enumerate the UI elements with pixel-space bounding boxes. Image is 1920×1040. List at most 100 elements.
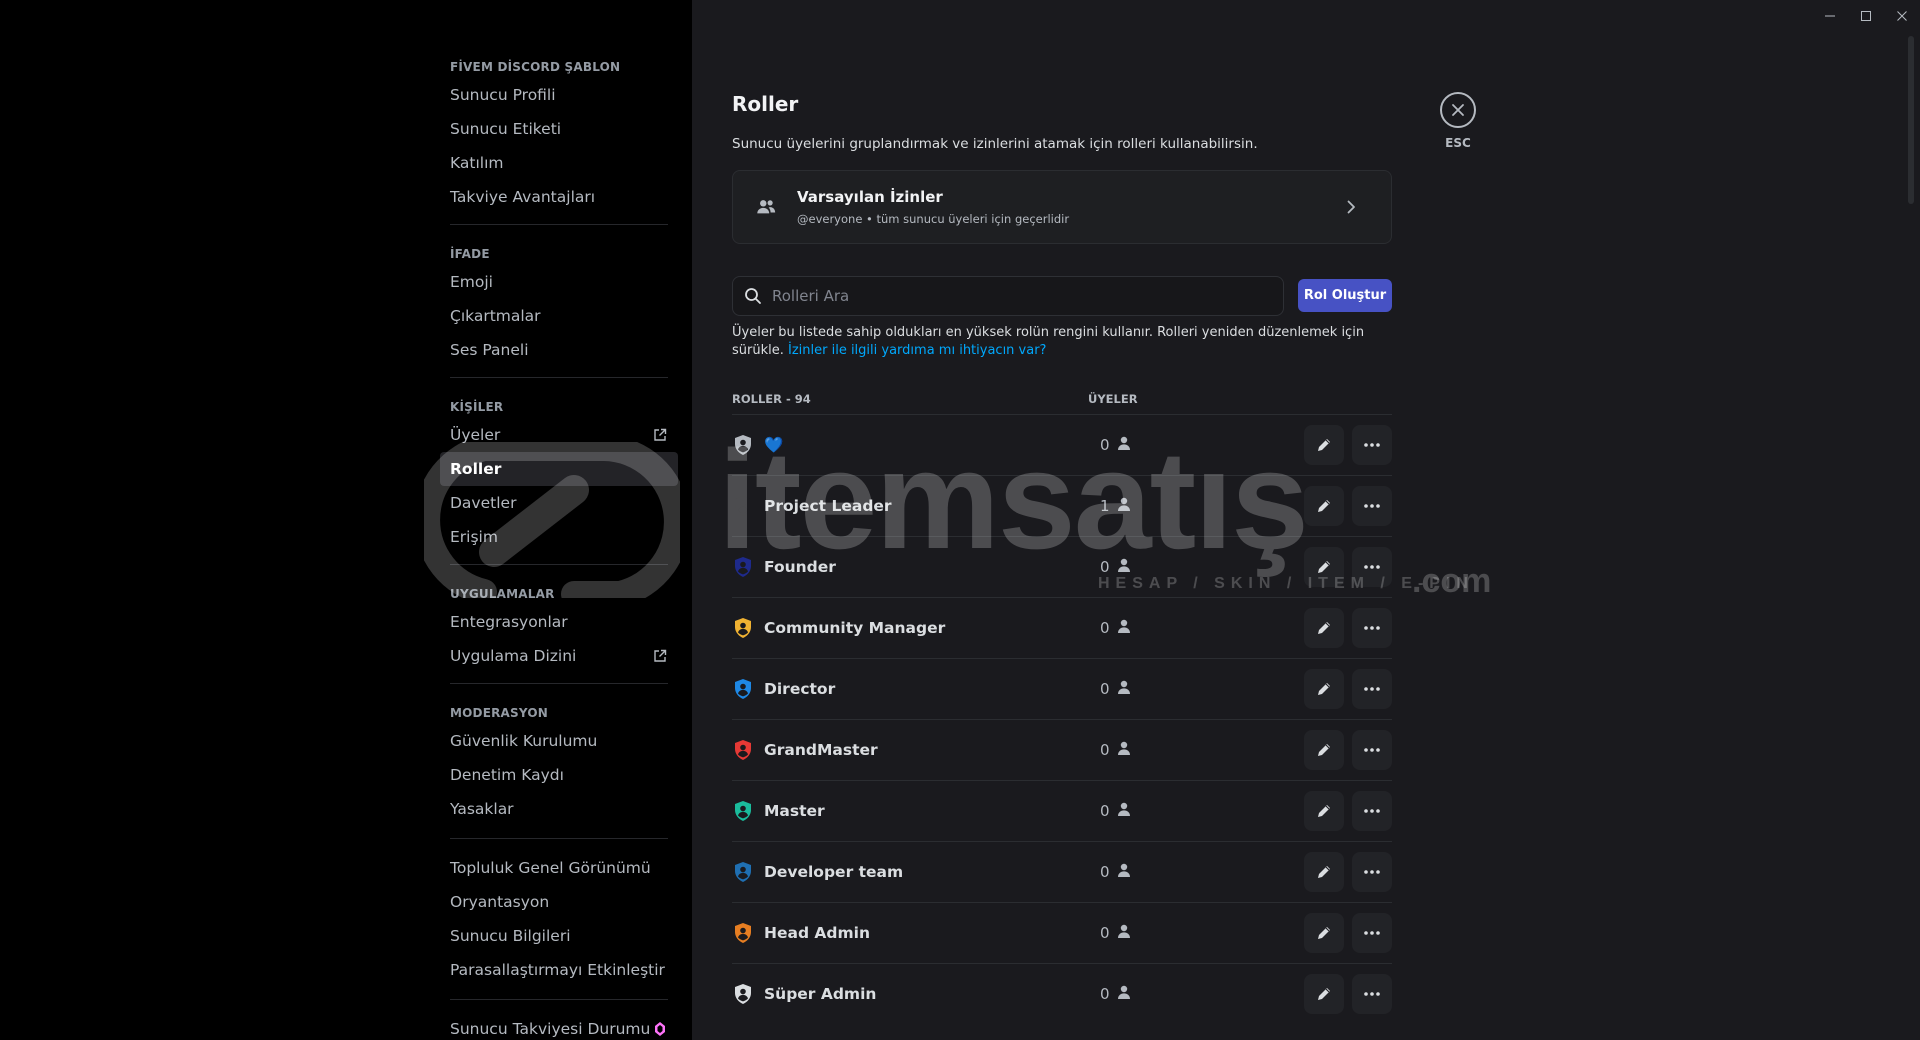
pencil-icon	[1318, 622, 1330, 634]
roles-hint: Üyeler bu listede sahip oldukları en yük…	[732, 324, 1392, 360]
sidebar-item[interactable]: Katılım	[440, 146, 678, 180]
sidebar-section-title: İFADE	[450, 247, 490, 261]
sidebar-item[interactable]: Entegrasyonlar	[440, 605, 678, 639]
role-member-count-value: 1	[1100, 497, 1110, 515]
edit-role-button[interactable]	[1304, 669, 1344, 709]
more-dots-icon	[1364, 809, 1380, 813]
role-row[interactable]: Community Manager 0	[732, 597, 1392, 658]
sidebar-item[interactable]: Parasallaştırmayı Etkinleştir	[440, 953, 678, 987]
edit-role-button[interactable]	[1304, 913, 1344, 953]
role-name: Süper Admin	[764, 985, 1094, 1003]
role-member-count[interactable]: 0	[1100, 862, 1132, 882]
default-permissions-card[interactable]: Varsayılan İzinler @everyone • tüm sunuc…	[732, 170, 1392, 244]
sidebar-item[interactable]: Sunucu Bilgileri	[440, 919, 678, 953]
more-options-button[interactable]	[1352, 913, 1392, 953]
pencil-icon	[1318, 500, 1330, 512]
sidebar-item[interactable]: Ses Paneli	[440, 333, 678, 367]
settings-main: Roller Sunucu üyelerini gruplandırmak ve…	[692, 0, 1920, 1040]
window-close-icon[interactable]	[1884, 0, 1920, 32]
role-shield-icon	[732, 739, 754, 761]
more-options-button[interactable]	[1352, 852, 1392, 892]
role-row[interactable]: GrandMaster 0	[732, 719, 1392, 780]
more-options-button[interactable]	[1352, 974, 1392, 1014]
more-options-button[interactable]	[1352, 791, 1392, 831]
role-row[interactable]: Head Admin 0	[732, 902, 1392, 963]
role-row[interactable]: Project Leader 1	[732, 475, 1392, 536]
person-icon	[1116, 557, 1132, 577]
role-member-count[interactable]: 0	[1100, 435, 1132, 455]
role-member-count[interactable]: 0	[1100, 740, 1132, 760]
role-row[interactable]: Founder 0	[732, 536, 1392, 597]
sidebar-item[interactable]: Topluluk Genel Görünümü	[440, 851, 678, 885]
sidebar-item[interactable]: Sunucu Profili	[440, 78, 678, 112]
sidebar-item[interactable]: Davetler	[440, 486, 678, 520]
sidebar-item[interactable]: Üyeler	[440, 418, 678, 452]
sidebar-item[interactable]: Emoji	[440, 265, 678, 299]
role-name-text: Founder	[764, 558, 836, 576]
role-row[interactable]: Director 0	[732, 658, 1392, 719]
scrollbar-thumb[interactable]	[1908, 36, 1914, 204]
sidebar-item-label: Roller	[450, 460, 502, 478]
sidebar-item[interactable]: Takviye Avantajları	[440, 180, 678, 214]
role-member-count[interactable]: 0	[1100, 679, 1132, 699]
more-options-button[interactable]	[1352, 608, 1392, 648]
edit-role-button[interactable]	[1304, 791, 1344, 831]
maximize-icon[interactable]	[1848, 0, 1884, 32]
sidebar-item[interactable]: Erişim	[440, 520, 678, 554]
sidebar-separator	[450, 377, 668, 378]
edit-role-button[interactable]	[1304, 486, 1344, 526]
edit-role-button[interactable]	[1304, 608, 1344, 648]
sidebar-item[interactable]: Çıkartmalar	[440, 299, 678, 333]
role-member-count[interactable]: 1	[1100, 496, 1132, 516]
default-permissions-title: Varsayılan İzinler	[797, 188, 943, 206]
role-row[interactable]: Süper Admin 0	[732, 963, 1392, 1024]
role-member-count-value: 0	[1100, 802, 1110, 820]
search-icon	[744, 287, 762, 305]
close-icon[interactable]	[1440, 92, 1476, 128]
role-row[interactable]: Developer team 0	[732, 841, 1392, 902]
sidebar-item-label: Takviye Avantajları	[450, 188, 596, 206]
edit-role-button[interactable]	[1304, 852, 1344, 892]
more-options-button[interactable]	[1352, 669, 1392, 709]
app-window: FİVEM DİSCORD ŞABLON Sunucu Profili Sunucu…	[0, 0, 1920, 1040]
sidebar-item[interactable]: Yasaklar	[440, 792, 678, 826]
edit-role-button[interactable]	[1304, 547, 1344, 587]
role-member-count[interactable]: 0	[1100, 618, 1132, 638]
role-row[interactable]: 💙 0	[732, 414, 1392, 475]
sidebar-item-label: Sunucu Takviyesi Durumu	[450, 1020, 651, 1038]
pencil-icon	[1318, 927, 1330, 939]
edit-role-button[interactable]	[1304, 730, 1344, 770]
page-title: Roller	[732, 92, 799, 116]
role-search-input[interactable]	[772, 287, 1283, 305]
sidebar-item[interactable]: Oryantasyon	[440, 885, 678, 919]
person-icon	[1116, 862, 1132, 882]
role-member-count[interactable]: 0	[1100, 984, 1132, 1004]
edit-role-button[interactable]	[1304, 425, 1344, 465]
role-row[interactable]: Master 0	[732, 780, 1392, 841]
more-options-button[interactable]	[1352, 425, 1392, 465]
role-member-count[interactable]: 0	[1100, 801, 1132, 821]
sidebar-item[interactable]: Sunucu Etiketi	[440, 112, 678, 146]
more-options-button[interactable]	[1352, 730, 1392, 770]
role-member-count[interactable]: 0	[1100, 557, 1132, 577]
role-member-count-value: 0	[1100, 924, 1110, 942]
role-member-count[interactable]: 0	[1100, 923, 1132, 943]
close-settings[interactable]: ESC	[1432, 92, 1484, 150]
role-name: 💙	[764, 436, 1094, 454]
create-role-button[interactable]: Rol Oluştur	[1298, 279, 1392, 312]
more-options-button[interactable]	[1352, 547, 1392, 587]
sidebar-item-label: Sunucu Profili	[450, 86, 556, 104]
sidebar-item[interactable]: Denetim Kaydı	[440, 758, 678, 792]
more-options-button[interactable]	[1352, 486, 1392, 526]
sidebar-item[interactable]: Güvenlik Kurulumu	[440, 724, 678, 758]
role-shield-icon	[732, 434, 754, 456]
sidebar-item[interactable]: Roller	[440, 452, 678, 486]
sidebar-item[interactable]: Sunucu Takviyesi Durumu	[440, 1012, 678, 1040]
minimize-icon[interactable]	[1812, 0, 1848, 32]
chevron-right-icon	[1341, 197, 1361, 217]
more-dots-icon	[1364, 626, 1380, 630]
sidebar-item[interactable]: Uygulama Dizini	[440, 639, 678, 673]
more-dots-icon	[1364, 504, 1380, 508]
edit-role-button[interactable]	[1304, 974, 1344, 1014]
permissions-help-link[interactable]: İzinler ile ilgili yardıma mı ihtiyacın …	[788, 343, 1046, 358]
